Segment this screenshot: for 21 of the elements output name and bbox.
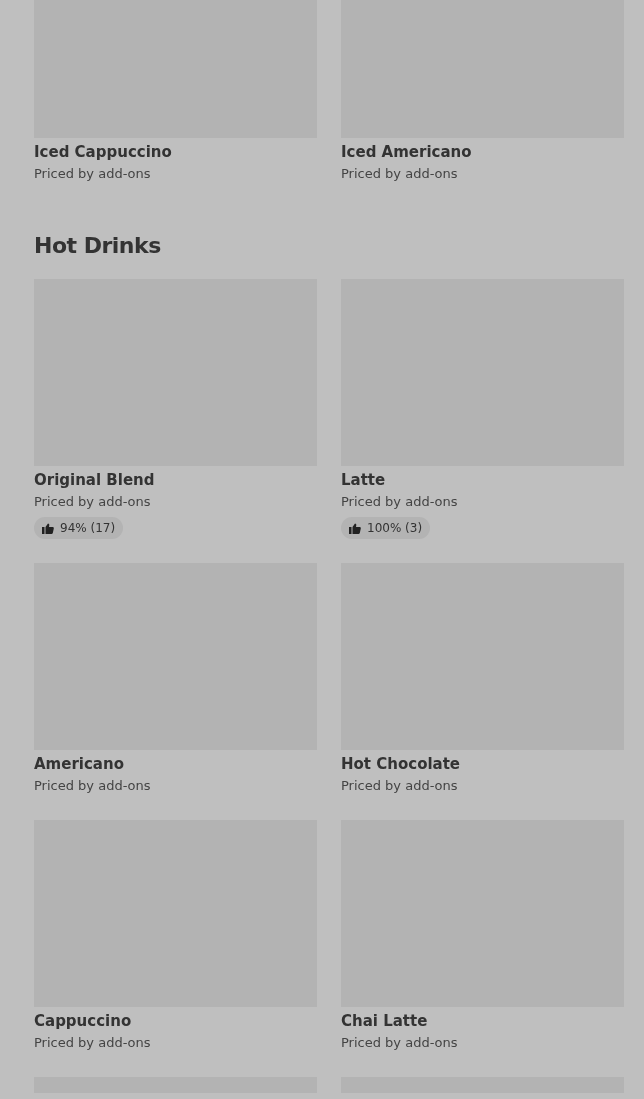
section-heading: Hot Drinks xyxy=(34,232,162,260)
item-name[interactable]: Iced Cappuccino xyxy=(34,142,172,162)
item-name[interactable]: Original Blend xyxy=(34,470,155,490)
item-price: Priced by add-ons xyxy=(34,493,151,511)
item-name[interactable]: Chai Latte xyxy=(341,1011,428,1031)
item-name[interactable]: Latte xyxy=(341,470,386,490)
item-price: Priced by add-ons xyxy=(341,1034,458,1052)
rating-text: 94% (17) xyxy=(60,521,116,535)
item-price: Priced by add-ons xyxy=(34,165,151,183)
item-price: Priced by add-ons xyxy=(34,1034,151,1052)
item-price: Priced by add-ons xyxy=(341,493,458,511)
thumbs-up-icon xyxy=(42,522,54,534)
item-name[interactable]: Americano xyxy=(34,754,124,774)
item-name[interactable]: Cappuccino xyxy=(34,1011,132,1031)
item-name[interactable]: Hot Chocolate xyxy=(341,754,461,774)
thumbs-up-icon xyxy=(349,522,361,534)
item-price: Priced by add-ons xyxy=(341,777,458,795)
rating-text: 100% (3) xyxy=(367,521,423,535)
item-price: Priced by add-ons xyxy=(341,165,458,183)
item-name[interactable]: Iced Americano xyxy=(341,142,472,162)
item-price: Priced by add-ons xyxy=(34,777,151,795)
